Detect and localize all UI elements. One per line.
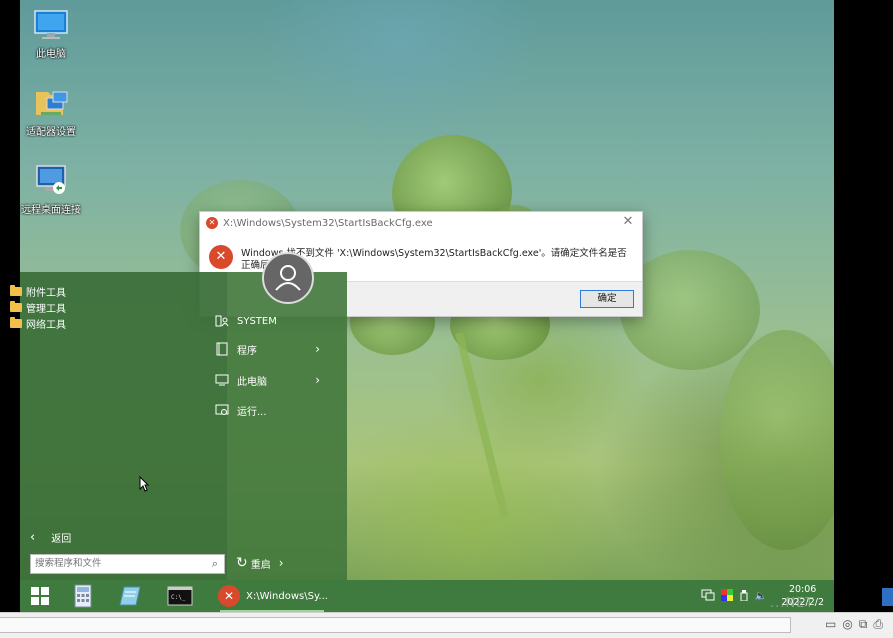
chevron-right-icon: › bbox=[315, 342, 320, 356]
printer-icon[interactable]: ⎙ bbox=[873, 617, 883, 632]
folder-network-tools[interactable]: 网络工具 bbox=[10, 316, 66, 331]
taskbar-right-border bbox=[834, 580, 893, 612]
sm-item-run[interactable]: 运行... bbox=[215, 400, 330, 420]
restart-icon: ↻ bbox=[236, 555, 248, 571]
usb-device-icon[interactable] bbox=[739, 589, 749, 604]
folder-icon bbox=[10, 301, 22, 312]
desktop-icon-adapter-settings[interactable]: 适配器设置 bbox=[16, 86, 86, 138]
monitor-icon bbox=[33, 8, 69, 42]
desktop-icon-label: 适配器设置 bbox=[26, 127, 76, 138]
calculator-icon bbox=[74, 584, 92, 608]
folder-admin-tools[interactable]: 管理工具 bbox=[10, 300, 66, 315]
folder-label: 附件工具 bbox=[26, 288, 66, 299]
user-folder-icon bbox=[215, 314, 229, 328]
start-button[interactable] bbox=[28, 580, 52, 612]
sm-item-this-pc[interactable]: 此电脑 › bbox=[215, 370, 330, 390]
desktop-icon-label: 远程桌面连接 bbox=[21, 205, 81, 216]
desktop-icon-remote-desktop[interactable]: 远程桌面连接 bbox=[16, 164, 86, 216]
remote-desktop-icon bbox=[33, 164, 69, 198]
sm-item-label: 程序 bbox=[237, 345, 257, 357]
document-icon bbox=[215, 342, 229, 356]
error-icon: ✕ bbox=[209, 245, 233, 269]
optical-drive-icon[interactable]: ◎ bbox=[842, 617, 852, 632]
search-input[interactable] bbox=[31, 555, 199, 572]
folder-label: 管理工具 bbox=[26, 304, 66, 315]
error-icon: ✕ bbox=[218, 585, 240, 607]
error-icon: ✕ bbox=[206, 217, 218, 229]
hard-disk-icon[interactable]: ▭ bbox=[825, 617, 836, 632]
search-box[interactable]: ⌕ bbox=[30, 554, 225, 574]
volume-icon[interactable]: 🔈 bbox=[755, 591, 767, 602]
network-adapter-icon bbox=[33, 86, 69, 120]
computer-icon bbox=[215, 373, 229, 387]
restart-button[interactable]: ↻ 重启 › bbox=[236, 555, 284, 571]
restart-label: 重启 bbox=[250, 559, 271, 571]
mouse-cursor bbox=[139, 475, 150, 495]
back-button[interactable]: ‹ 返回 bbox=[30, 530, 71, 545]
desktop-icon-label: 此电脑 bbox=[36, 49, 66, 60]
run-icon bbox=[215, 403, 229, 417]
taskbar: C:\_ ✕ X:\Windows\Sy... 🔈 20:06 2022/2/2 bbox=[20, 580, 834, 612]
user-icon bbox=[275, 265, 301, 291]
right-border bbox=[834, 0, 893, 580]
watermark: ...NET bbox=[770, 596, 815, 611]
folder-accessories[interactable]: 附件工具 bbox=[10, 284, 66, 299]
back-label: 返回 bbox=[51, 534, 72, 545]
sm-item-label: 此电脑 bbox=[237, 376, 267, 388]
chevron-right-icon: › bbox=[315, 373, 320, 387]
svg-text:C:\_: C:\_ bbox=[171, 594, 186, 601]
cmd-button[interactable]: C:\_ bbox=[166, 580, 194, 612]
task-label: X:\Windows\Sy... bbox=[246, 590, 328, 602]
status-icons: ▭ ◎ ⧉ ⎙ bbox=[825, 617, 883, 632]
network-icon[interactable] bbox=[701, 589, 715, 604]
sm-item-programs[interactable]: 程序 › bbox=[215, 339, 330, 359]
vm-status-bar: ▭ ◎ ⧉ ⎙ bbox=[0, 612, 893, 638]
chevron-left-icon: ‹ bbox=[30, 530, 36, 545]
notepad-button[interactable] bbox=[118, 580, 144, 612]
taskbar-active-task[interactable]: ✕ X:\Windows\Sy... bbox=[216, 580, 328, 612]
clock-time: 20:06 bbox=[788, 584, 817, 595]
folder-icon bbox=[10, 317, 22, 328]
cmd-icon: C:\_ bbox=[167, 586, 193, 606]
user-avatar[interactable] bbox=[262, 252, 314, 304]
dialog-title: X:\Windows\System32\StartIsBackCfg.exe bbox=[223, 217, 433, 229]
search-icon: ⌕ bbox=[211, 557, 218, 570]
sm-item-user[interactable]: SYSTEM bbox=[215, 311, 330, 331]
color-display-icon[interactable] bbox=[720, 588, 733, 604]
folder-icon bbox=[10, 285, 22, 296]
dialog-titlebar[interactable]: ✕ X:\Windows\System32\StartIsBackCfg.exe bbox=[200, 212, 642, 234]
windows-logo-icon bbox=[31, 587, 49, 605]
sm-item-label: 运行... bbox=[237, 406, 267, 418]
ok-button[interactable]: 确定 bbox=[580, 290, 634, 308]
chevron-right-icon: › bbox=[278, 556, 284, 570]
calculator-button[interactable] bbox=[72, 580, 94, 612]
status-field bbox=[0, 617, 791, 633]
desktop-icon-this-pc[interactable]: 此电脑 bbox=[16, 8, 86, 60]
close-icon[interactable]: ✕ bbox=[620, 214, 636, 230]
network-icon[interactable]: ⧉ bbox=[859, 617, 868, 632]
show-desktop-strip[interactable] bbox=[882, 588, 893, 606]
notepad-icon bbox=[119, 586, 141, 606]
sm-user-label: SYSTEM bbox=[237, 315, 277, 327]
folder-label: 网络工具 bbox=[26, 320, 66, 331]
